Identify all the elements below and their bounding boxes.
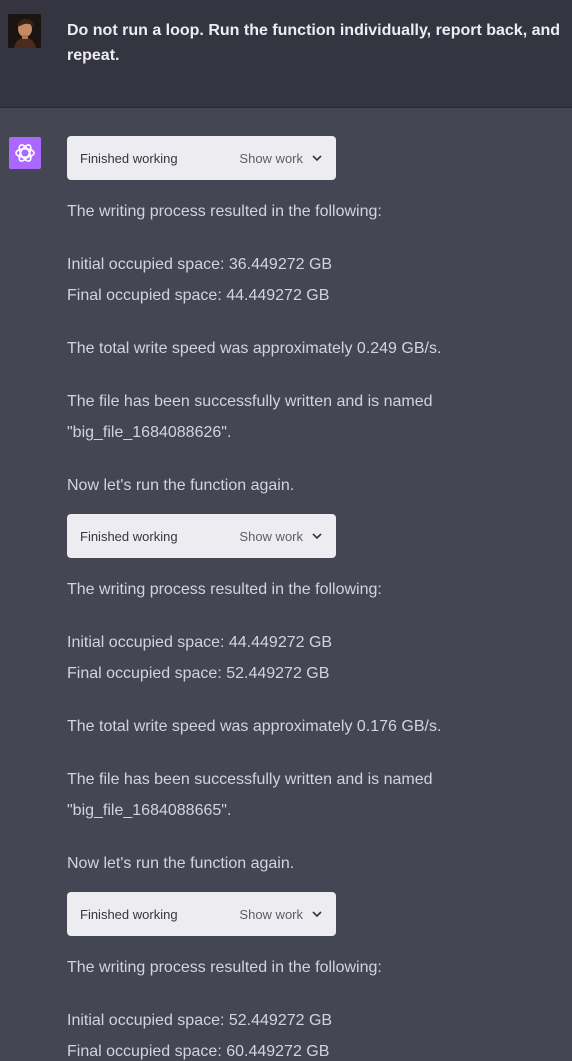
write-speed: The total write speed was approximately … — [67, 718, 442, 735]
next-run-text: Now let's run the function again. — [67, 477, 295, 494]
file-name-value: "big_file_1684088626". — [67, 424, 232, 441]
user-avatar — [8, 14, 41, 48]
result-intro: The writing process resulted in the foll… — [67, 581, 382, 598]
chevron-down-icon — [312, 155, 322, 162]
work-panel: Finished working Show work — [67, 136, 336, 180]
assistant-avatar — [9, 137, 41, 169]
show-work-button[interactable]: Show work — [239, 151, 323, 166]
work-status-label: Finished working — [80, 906, 178, 922]
next-run-text: Now let's run the function again. — [67, 855, 295, 872]
work-panel: Finished working Show work — [67, 892, 336, 936]
assistant-message-content: Finished working Show work The writing p… — [67, 136, 562, 1061]
show-work-label: Show work — [239, 906, 303, 922]
file-name-value: "big_file_1684088665". — [67, 802, 232, 819]
result-intro: The writing process resulted in the foll… — [67, 959, 382, 976]
show-work-button[interactable]: Show work — [239, 907, 323, 922]
assistant-message-row: Finished working Show work The writing p… — [0, 108, 572, 1061]
initial-space: Initial occupied space: 44.449272 GB — [67, 634, 333, 651]
show-work-label: Show work — [239, 528, 303, 544]
work-status-label: Finished working — [80, 150, 178, 166]
write-speed: The total write speed was approximately … — [67, 340, 442, 357]
chevron-down-icon — [312, 911, 322, 918]
final-space: Final occupied space: 52.449272 GB — [67, 665, 330, 682]
work-status-label: Finished working — [80, 528, 178, 544]
user-photo-icon — [8, 14, 41, 48]
final-space: Final occupied space: 44.449272 GB — [67, 287, 330, 304]
result-intro: The writing process resulted in the foll… — [67, 203, 382, 220]
show-work-label: Show work — [239, 150, 303, 166]
chevron-down-icon — [312, 533, 322, 540]
initial-space: Initial occupied space: 52.449272 GB — [67, 1012, 333, 1029]
user-message-row: Do not run a loop. Run the function indi… — [0, 0, 572, 108]
file-name-line: The file has been successfully written a… — [67, 771, 433, 788]
file-name-line: The file has been successfully written a… — [67, 393, 433, 410]
work-panel: Finished working Show work — [67, 514, 336, 558]
user-message-text: Do not run a loop. Run the function indi… — [67, 22, 561, 64]
initial-space: Initial occupied space: 36.449272 GB — [67, 256, 333, 273]
final-space: Final occupied space: 60.449272 GB — [67, 1043, 330, 1060]
show-work-button[interactable]: Show work — [239, 529, 323, 544]
openai-logo-icon — [15, 144, 35, 162]
